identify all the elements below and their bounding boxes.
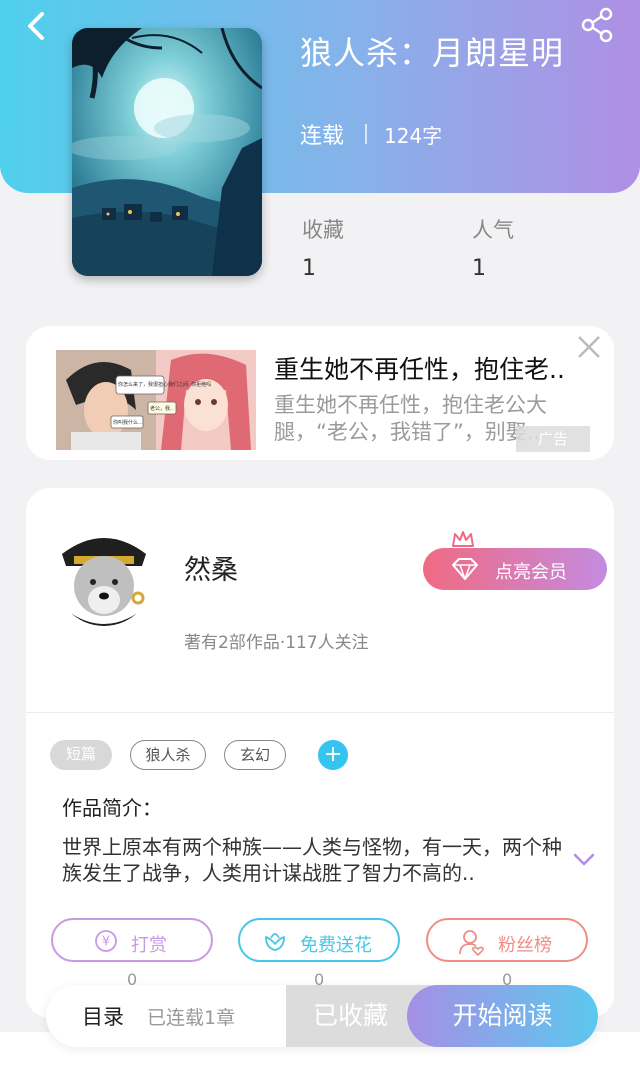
svg-text:¥: ¥ (102, 935, 110, 950)
book-title: 狼人杀：月朗星明 (300, 34, 565, 72)
toc-button[interactable]: 目录 (82, 1001, 124, 1031)
vip-member-label: 点亮会员 (495, 562, 567, 583)
bottom-action-bar: 目录 已连载1章 已收藏 开始阅读 (46, 985, 598, 1047)
stat-favorites-value: 1 (302, 256, 316, 281)
tag-short-story[interactable]: 短篇 (50, 740, 112, 770)
stat-popularity-label: 人气 (472, 218, 514, 242)
send-flower-label: 免费送花 (300, 935, 372, 956)
intro-text: 世界上原本有两个种族——人类与怪物，有一天，两个种族发生了战争，人类用计谋战胜了… (62, 835, 562, 885)
cover-illustration (72, 28, 262, 276)
tag-fantasy[interactable]: 玄幻 (224, 740, 286, 770)
author-card: 然桑 著有2部作品·117人关注 点亮会员 短篇 狼人杀 玄幻 + 作品简介： … (26, 488, 614, 1018)
ad-label-badge: 广告 (516, 426, 590, 452)
ad-comic-bubble-3: 你叫我什么... (113, 419, 143, 426)
start-reading-button[interactable]: 开始阅读 (407, 985, 598, 1047)
yen-coin-icon: ¥ (95, 930, 117, 952)
add-tag-button[interactable]: + (318, 740, 348, 770)
intro-title: 作品简介： (62, 796, 162, 820)
card-divider (26, 712, 614, 713)
tip-label: 打赏 (131, 935, 167, 956)
back-arrow-icon (28, 12, 44, 40)
back-button[interactable] (20, 8, 60, 48)
fan-user-icon (459, 930, 484, 956)
ad-comic-bubble-1: 你怎么来了，我很担心我们之间..你拒绝吗 (118, 381, 211, 388)
tip-button[interactable]: ¥ 打赏 (51, 918, 213, 962)
author-stats: 著有2部作品·117人关注 (184, 633, 369, 653)
plus-icon: + (323, 742, 343, 767)
fan-ranking-button[interactable]: 粉丝榜 (426, 918, 588, 962)
crown-icon (452, 531, 474, 547)
vip-member-button[interactable]: 点亮会员 (423, 548, 607, 590)
ad-comic-bubble-2: 老公，我.. (150, 405, 174, 412)
tag-werewolf[interactable]: 狼人杀 (130, 740, 206, 770)
gem-icon (452, 558, 478, 580)
book-word-count: 124字 (384, 124, 443, 148)
chevron-down-icon[interactable] (572, 852, 596, 868)
author-name[interactable]: 然桑 (184, 548, 238, 587)
share-button[interactable] (578, 6, 618, 46)
share-icon (581, 7, 613, 43)
author-avatar[interactable] (52, 514, 156, 626)
book-status: 连载 (300, 124, 345, 149)
meta-divider (365, 124, 367, 144)
toc-chapter-info[interactable]: 已连载1章 (147, 1003, 235, 1030)
stat-favorites-label: 收藏 (302, 218, 344, 242)
ad-title[interactable]: 重生她不再任性，抱住老.. (274, 350, 592, 386)
avatar-image (52, 514, 156, 626)
stat-popularity-value: 1 (472, 256, 486, 281)
book-cover[interactable] (72, 28, 262, 276)
flower-icon (265, 933, 285, 951)
ad-card[interactable]: 你怎么来了，我很担心我们之间..你拒绝吗 老公，我.. 你叫我什么... 重生她… (26, 326, 614, 460)
fan-ranking-label: 粉丝榜 (498, 935, 552, 956)
send-flower-button[interactable]: 免费送花 (238, 918, 400, 962)
ad-comic-illustration: 你怎么来了，我很担心我们之间..你拒绝吗 老公，我.. 你叫我什么... (56, 350, 256, 450)
ad-thumbnail[interactable]: 你怎么来了，我很担心我们之间..你拒绝吗 老公，我.. 你叫我什么... (56, 350, 256, 450)
